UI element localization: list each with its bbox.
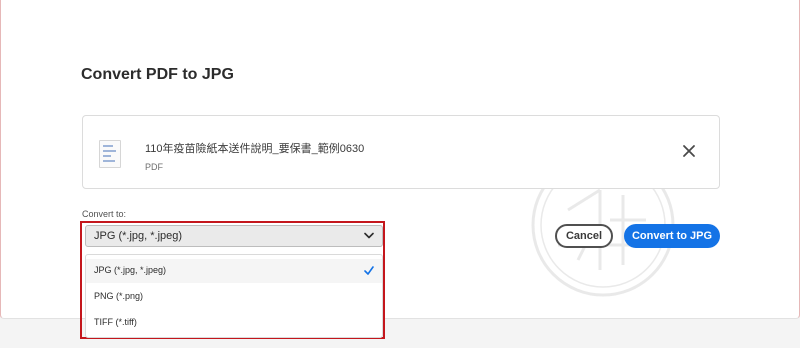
format-option-png[interactable]: PNG (*.png) xyxy=(86,285,382,309)
format-option-label: TIFF (*.tiff) xyxy=(94,317,137,327)
cancel-button[interactable]: Cancel xyxy=(555,224,613,248)
convert-dialog: Convert PDF to JPG 110年疫苗險紙本送件說明_要保書_範例0… xyxy=(0,0,800,339)
format-option-jpg[interactable]: JPG (*.jpg, *.jpeg) xyxy=(86,259,382,283)
file-type: PDF xyxy=(145,162,163,172)
checkmark-icon xyxy=(364,266,374,275)
file-name: 110年疫苗險紙本送件說明_要保書_範例0630 xyxy=(145,143,365,155)
format-dropdown-menu: JPG (*.jpg, *.jpeg) PNG (*.png) TIFF (*.… xyxy=(85,254,383,338)
dialog-title: Convert PDF to JPG xyxy=(81,66,234,83)
pdf-file-icon xyxy=(99,140,121,168)
convert-to-label: Convert to: xyxy=(82,209,127,219)
format-option-label: PNG (*.png) xyxy=(94,291,144,301)
remove-file-button[interactable] xyxy=(681,143,697,159)
format-option-tiff[interactable]: TIFF (*.tiff) xyxy=(86,311,382,335)
format-select-value: JPG (*.jpg, *.jpeg) xyxy=(94,230,183,242)
file-card: 110年疫苗險紙本送件說明_要保書_範例0630 PDF xyxy=(82,115,720,189)
convert-button[interactable]: Convert to JPG xyxy=(624,224,720,248)
chevron-down-icon xyxy=(364,232,374,239)
close-icon xyxy=(683,145,695,157)
format-option-label: JPG (*.jpg, *.jpeg) xyxy=(94,265,167,275)
format-select[interactable]: JPG (*.jpg, *.jpeg) xyxy=(85,225,383,247)
